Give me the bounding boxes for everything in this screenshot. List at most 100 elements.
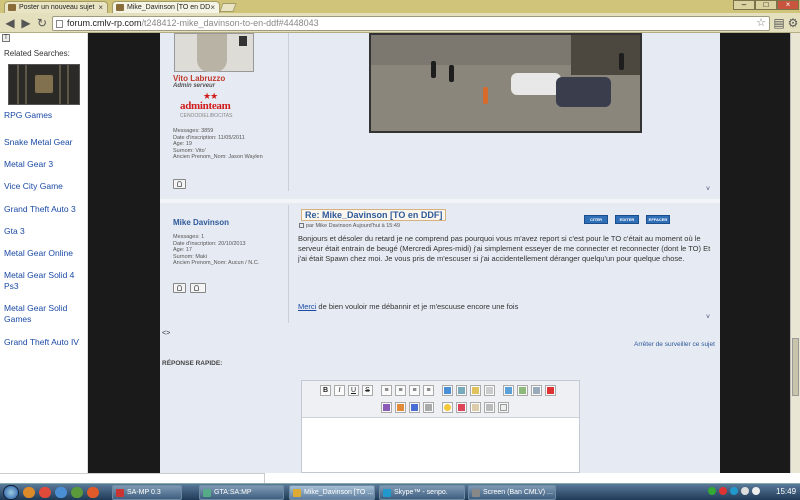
column-divider — [288, 205, 289, 323]
forward-arrow-icon[interactable]: ▶ — [19, 16, 33, 30]
code-icon[interactable] — [456, 385, 467, 396]
related-link[interactable]: Grand Theft Auto 3 — [4, 204, 86, 215]
date-icon[interactable] — [456, 402, 467, 413]
tab-mike-davinson[interactable]: Mike_Davinson [TO en DD × — [112, 1, 220, 13]
back-arrow-icon[interactable]: ◀ — [3, 16, 17, 30]
taskbar-item[interactable]: SA-MP 0.3 — [112, 485, 182, 500]
start-button[interactable] — [3, 485, 19, 500]
page-menu-icon[interactable]: ▤ — [772, 16, 786, 30]
tray-icon[interactable] — [708, 487, 716, 495]
post-title[interactable]: Re: Mike_Davinson [TO en DDF] — [301, 209, 447, 221]
font-color-icon[interactable] — [395, 402, 406, 413]
address-bar[interactable]: forum.cmlv-rp.com/t248412-mike_davinson-… — [52, 16, 770, 31]
related-link[interactable]: Metal Gear Online — [4, 248, 86, 259]
related-thumbnail-image[interactable] — [8, 64, 80, 105]
related-link[interactable]: Snake Metal Gear — [4, 137, 86, 148]
highlight-icon[interactable] — [423, 402, 434, 413]
related-link[interactable]: Vice City Game — [4, 181, 86, 192]
quote-icon[interactable] — [442, 385, 453, 396]
ie-icon[interactable] — [55, 487, 67, 498]
tray-icon[interactable] — [730, 487, 738, 495]
hide-icon[interactable] — [484, 385, 495, 396]
related-link[interactable]: Gta 3 — [4, 226, 86, 237]
smiley-icon[interactable] — [442, 402, 453, 413]
page-background-right — [720, 33, 790, 473]
align-left-icon[interactable]: ≡ — [381, 385, 392, 396]
related-link[interactable]: RPG Games — [4, 110, 86, 121]
taskbar-clock[interactable]: 15:49 — [776, 484, 796, 499]
url-path: /t248412-mike_davinson-to-en-ddf#4448043 — [141, 18, 319, 28]
user-rank: Admin serveur — [173, 83, 216, 89]
underline-button[interactable]: U — [348, 385, 359, 396]
panel-toggle-icon[interactable]: T — [2, 34, 10, 42]
taskbar-item[interactable]: Screen (Ban CMLV) ... — [468, 485, 556, 500]
tray-icon[interactable] — [719, 487, 727, 495]
profile-button[interactable] — [173, 283, 186, 293]
align-right-icon[interactable]: ≡ — [409, 385, 420, 396]
private-message-button[interactable] — [190, 283, 206, 293]
tab-close-icon[interactable]: × — [98, 2, 103, 13]
profile-icon — [177, 181, 182, 187]
firefox-icon[interactable] — [87, 487, 99, 498]
youtube-icon[interactable] — [545, 385, 556, 396]
post-author[interactable]: Mike Davinson — [173, 218, 229, 227]
profile-button[interactable] — [173, 179, 186, 189]
volume-icon[interactable] — [752, 487, 760, 495]
table-icon[interactable] — [503, 385, 514, 396]
post-image[interactable] — [369, 33, 642, 133]
post-author[interactable]: Vito Labruzzo — [173, 74, 225, 83]
merci-link[interactable]: Merci — [298, 302, 316, 311]
profile-info: Messages: 3859 Date d'inscription: 11/05… — [173, 128, 263, 160]
strike-button[interactable]: S — [362, 385, 373, 396]
page-arrows[interactable]: <> — [162, 330, 170, 337]
post-meta: par Mike Davinson Aujourd'hui à 15:49 — [299, 223, 400, 229]
taskbar-item[interactable]: Skype™ - senpo. — [379, 485, 465, 500]
italic-button[interactable]: I — [334, 385, 345, 396]
post-body-closing: Merci de bien vouloir me débannir et je … — [298, 302, 519, 311]
minimize-button[interactable]: – — [733, 0, 755, 10]
related-link[interactable]: Grand Theft Auto IV — [4, 337, 86, 348]
explorer-icon[interactable] — [23, 487, 35, 498]
font-face-icon[interactable] — [409, 402, 420, 413]
bookmark-star-icon[interactable]: ☆ — [756, 17, 766, 30]
chrome-icon[interactable] — [71, 487, 83, 498]
related-link[interactable]: Metal Gear 3 — [4, 159, 86, 170]
tab-label: Mike_Davinson [TO en DD — [127, 4, 211, 11]
spoiler-icon[interactable] — [470, 385, 481, 396]
windows-taskbar: SA-MP 0.3 GTA:SA:MP Mike_Davinson [TO ..… — [0, 483, 800, 500]
align-center-icon[interactable]: ≡ — [395, 385, 406, 396]
browser-toolbar: ◀ ▶ ↻ forum.cmlv-rp.com/t248412-mike_dav… — [0, 13, 800, 33]
upload-icon[interactable] — [470, 402, 481, 413]
image-icon[interactable] — [517, 385, 528, 396]
source-mode-icon[interactable] — [498, 402, 509, 413]
page-scrollbar[interactable] — [790, 33, 800, 473]
quote-button[interactable]: CITER — [584, 215, 608, 224]
expand-chevron-icon[interactable]: ˅ — [706, 186, 710, 193]
bold-button[interactable]: B — [320, 385, 331, 396]
edit-button[interactable]: EDITER — [615, 215, 639, 224]
network-icon[interactable] — [741, 487, 749, 495]
reply-textarea[interactable] — [302, 419, 579, 473]
link-icon[interactable] — [531, 385, 542, 396]
reload-icon[interactable]: ↻ — [35, 16, 49, 30]
tab-new-topic[interactable]: Poster un nouveau sujet × — [4, 1, 108, 13]
tab-close-icon[interactable]: × — [210, 2, 215, 13]
taskbar-item[interactable]: GTA:SA:MP — [199, 485, 284, 500]
wrench-icon[interactable]: ⚙ — [786, 16, 800, 30]
font-size-icon[interactable] — [381, 402, 392, 413]
expand-chevron-icon[interactable]: ˅ — [706, 314, 710, 321]
preview-icon[interactable] — [484, 402, 495, 413]
maximize-button[interactable]: □ — [755, 0, 777, 10]
new-tab-button[interactable] — [219, 3, 237, 12]
related-link[interactable]: Metal Gear Solid Games — [4, 303, 86, 325]
media-icon[interactable] — [39, 487, 51, 498]
scrollbar-thumb[interactable] — [792, 338, 799, 396]
taskbar-item[interactable]: Mike_Davinson [TO ... — [289, 485, 375, 500]
related-link[interactable]: Metal Gear Solid 4 Ps3 — [4, 270, 86, 292]
delete-button[interactable]: EFFACER — [646, 215, 670, 224]
post-checkbox-icon[interactable] — [299, 223, 304, 229]
post-body: Bonjours et désoler du retard je ne comp… — [298, 234, 711, 263]
stop-watching-link[interactable]: Arrêter de surveiller ce sujet — [634, 341, 715, 348]
close-window-button[interactable]: × — [777, 0, 799, 10]
justify-icon[interactable]: ≡ — [423, 385, 434, 396]
